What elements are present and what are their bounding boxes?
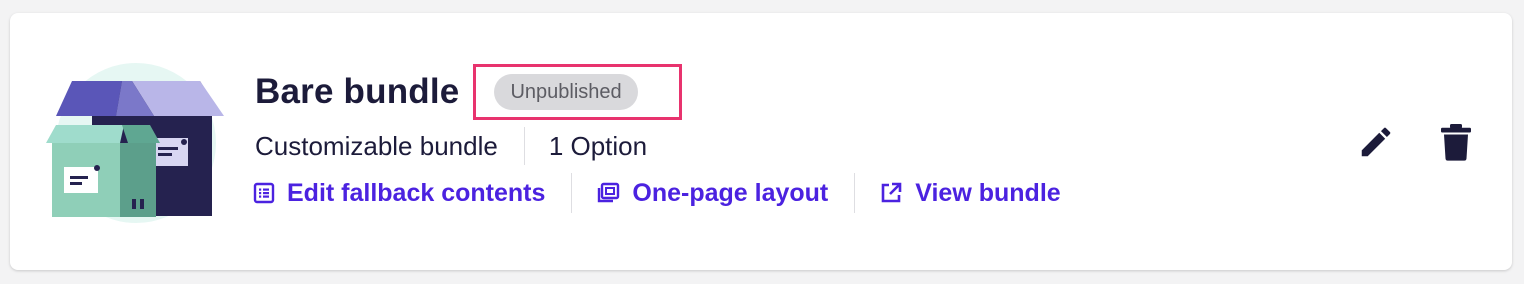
one-page-layout-link[interactable]: One-page layout: [596, 179, 828, 208]
link-divider: [571, 173, 573, 213]
bundle-title: Bare bundle: [255, 72, 460, 111]
one-page-layout-label: One-page layout: [632, 178, 829, 207]
edit-fallback-contents-label: Edit fallback contents: [287, 178, 546, 207]
external-link-icon: [881, 182, 902, 203]
list-icon: [253, 182, 275, 204]
options-count-label: 1 Option: [548, 130, 648, 161]
meta-divider: [523, 127, 525, 165]
delete-button[interactable]: [1434, 120, 1478, 164]
pencil-icon: [1361, 127, 1391, 157]
view-bundle-link[interactable]: View bundle: [879, 178, 1061, 208]
edit-button[interactable]: [1354, 120, 1398, 164]
trash-icon: [1441, 124, 1471, 161]
edit-fallback-contents-link[interactable]: Edit fallback contents: [253, 179, 545, 208]
layout-icon: [598, 182, 620, 203]
status-highlight-box: Unpublished: [473, 64, 683, 120]
bundle-type-label: Customizable bundle: [255, 130, 498, 161]
link-divider: [854, 173, 856, 213]
view-bundle-label: View bundle: [915, 178, 1061, 207]
status-badge: Unpublished: [494, 74, 638, 110]
bundle-card: Bare bundle Unpublished Customizable bun…: [10, 13, 1512, 270]
bundle-box-illustration: [46, 63, 224, 223]
